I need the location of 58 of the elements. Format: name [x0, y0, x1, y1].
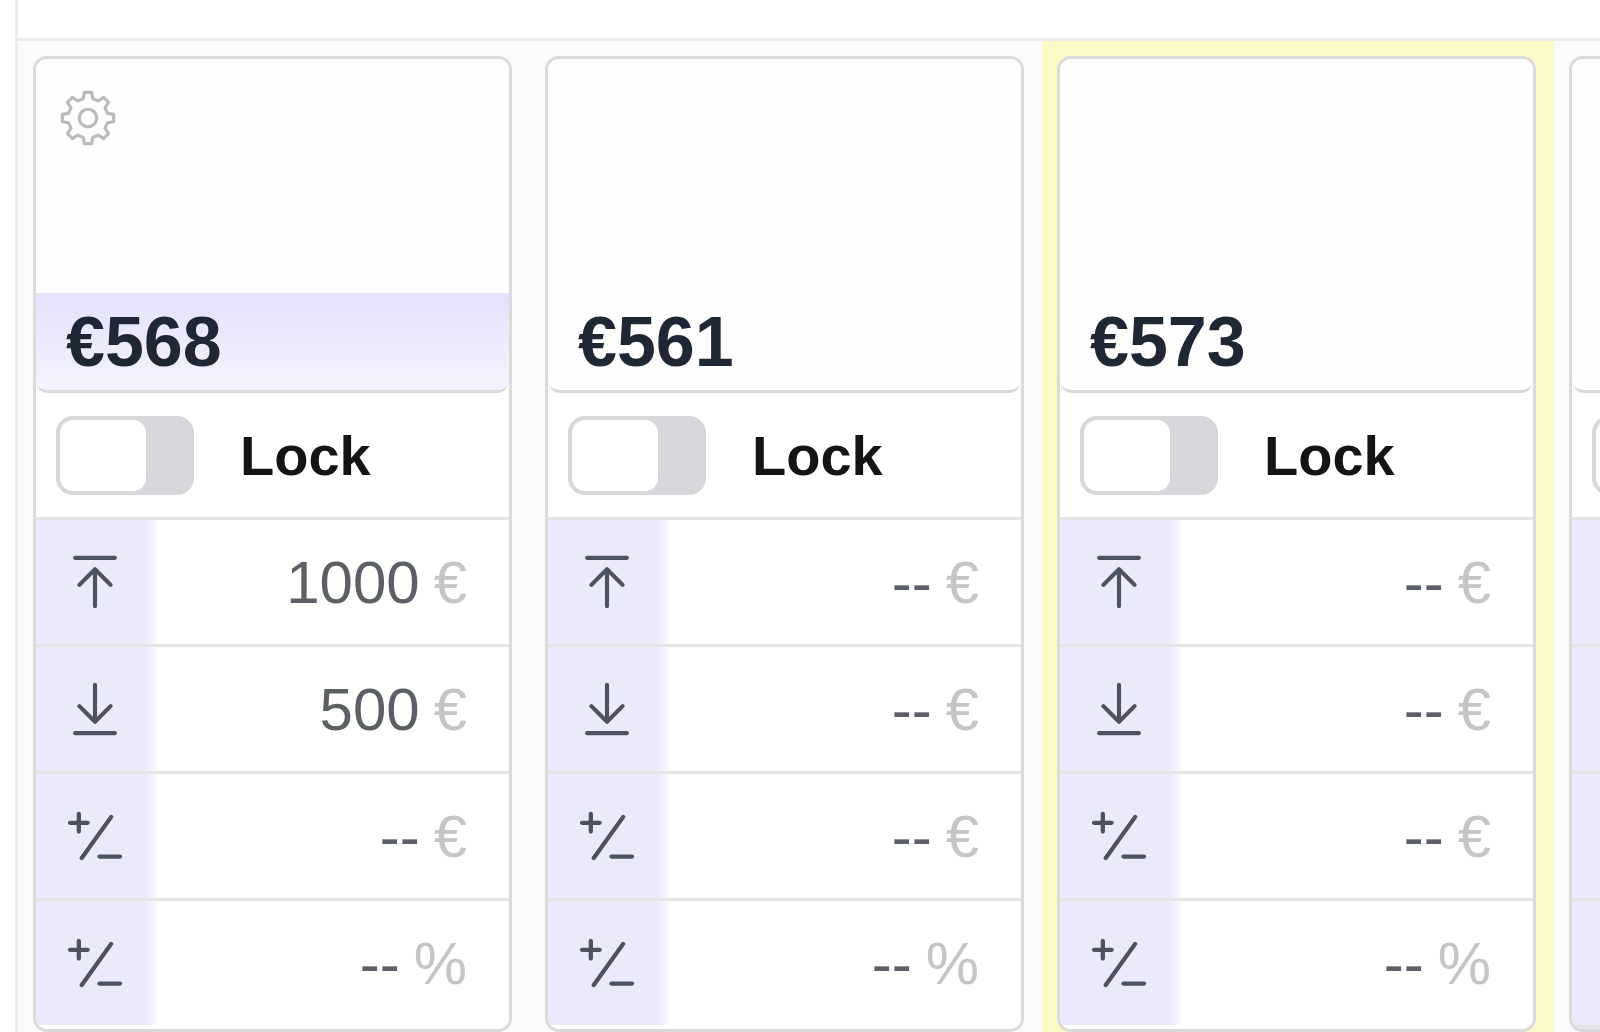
unit-label: € [433, 674, 467, 744]
field-value: -- [1403, 547, 1444, 617]
value-field[interactable]: 1000 € [36, 520, 509, 647]
plus-minus-icon [1090, 938, 1147, 988]
plus-minus-icon [66, 938, 123, 988]
field-value: -- [359, 928, 400, 998]
field-value: -- [891, 674, 932, 744]
lock-label: Lock [1264, 422, 1395, 488]
value-field[interactable]: -- € [548, 774, 1021, 901]
unit-label: € [1457, 801, 1491, 871]
settings-icon[interactable] [60, 90, 116, 146]
value-field[interactable]: -- € [548, 520, 1021, 647]
value-field[interactable]: -- € [1060, 647, 1533, 774]
value-field[interactable]: 500 € [36, 647, 509, 774]
plus-minus-icon [66, 811, 123, 861]
field-value: 500 [319, 674, 420, 744]
arrow-up-to-line-icon [583, 555, 630, 609]
field-value: -- [891, 801, 932, 871]
unit-label: € [433, 547, 467, 617]
value-field[interactable]: -- € [1060, 520, 1533, 647]
field-value: -- [1403, 674, 1444, 744]
unit-label: € [945, 674, 979, 744]
field-value: -- [379, 801, 420, 871]
arrow-up-to-line-icon [1095, 555, 1142, 609]
toggle-switch[interactable] [1080, 415, 1218, 495]
field-value: -- [891, 547, 932, 617]
value-field[interactable]: -- % [36, 901, 509, 1025]
unit-label: % [1437, 928, 1491, 998]
field-value: -- [1403, 801, 1444, 871]
value-field[interactable]: -- € [36, 774, 509, 901]
unit-label: € [433, 801, 467, 871]
field-value: 1000 [286, 547, 420, 617]
value-field[interactable]: -- % [548, 901, 1021, 1025]
arrow-down-to-line-icon [71, 682, 118, 736]
unit-label: € [945, 801, 979, 871]
price-label: €568 [36, 293, 509, 390]
value-field[interactable]: -- € [1060, 774, 1533, 901]
unit-label: € [1457, 674, 1491, 744]
unit-label: € [945, 547, 979, 617]
value-field[interactable]: -- % [1060, 901, 1533, 1025]
lock-label: Lock [240, 422, 371, 488]
unit-label: % [413, 928, 467, 998]
price-label: €573 [1089, 301, 1247, 383]
unit-label: % [925, 928, 979, 998]
arrow-down-to-line-icon [1095, 682, 1142, 736]
plus-minus-icon [578, 938, 635, 988]
lock-label: Lock [752, 422, 883, 488]
value-field[interactable]: -- € [548, 647, 1021, 774]
toggle-switch[interactable] [568, 415, 706, 495]
price-label: €561 [577, 301, 735, 383]
field-value: -- [871, 928, 912, 998]
toggle-switch[interactable] [56, 415, 194, 495]
field-value: -- [1383, 928, 1424, 998]
plus-minus-icon [578, 811, 635, 861]
plus-minus-icon [1090, 811, 1147, 861]
unit-label: € [1457, 547, 1491, 617]
arrow-up-to-line-icon [71, 555, 118, 609]
arrow-down-to-line-icon [583, 682, 630, 736]
